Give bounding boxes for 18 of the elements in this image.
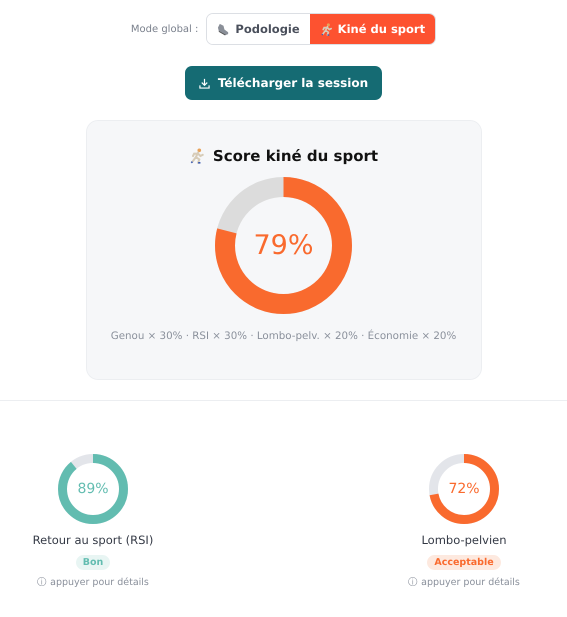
status-badge: Acceptable: [427, 555, 501, 570]
details-hint[interactable]: ⓘ appuyer pour détails: [37, 576, 149, 589]
mode-label: Mode global :: [130, 24, 198, 34]
card-title: Score kiné du sport: [212, 147, 378, 165]
shoe-icon: [217, 22, 230, 36]
mode-tab[interactable]: Kiné du sport: [310, 14, 436, 44]
metric-name: Retour au sport (RSI): [32, 533, 154, 547]
details-hint[interactable]: ⓘ appuyer pour détails: [408, 576, 520, 589]
download-icon: [198, 78, 210, 88]
runner-icon: [188, 148, 205, 164]
status-badge: Bon: [76, 555, 110, 570]
download-button[interactable]: Télécharger la session: [184, 66, 382, 100]
score-formula: Genou × 30% · RSI × 30% · Lombo-pelv. × 20% · Économie × 20%: [110, 330, 456, 342]
metric-name: Lombo-pelvien: [421, 533, 507, 547]
donut-gauge: 79%: [215, 177, 352, 314]
donut-gauge: 72%: [429, 454, 499, 524]
donut-gauge: 89%: [58, 454, 128, 524]
runner-icon: [320, 22, 333, 36]
